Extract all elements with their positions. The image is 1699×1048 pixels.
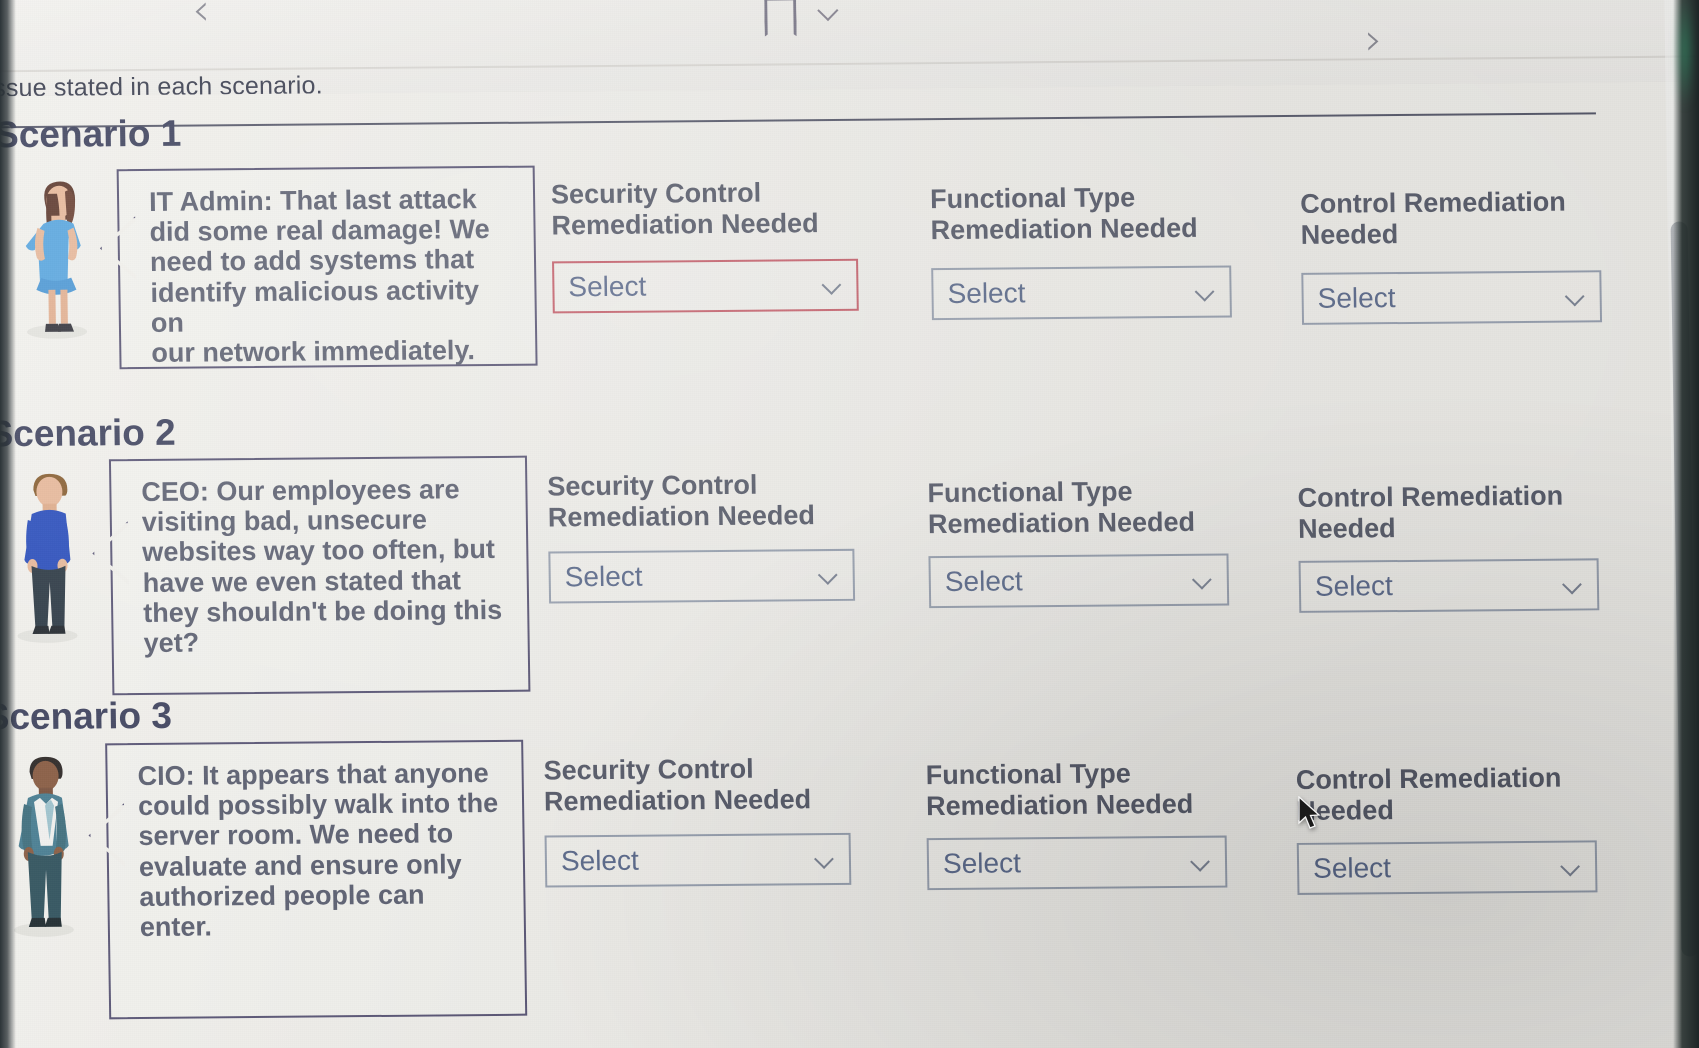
scenario-3-control-remediation-select[interactable]: Select bbox=[1296, 840, 1598, 895]
avatar-figure-svg bbox=[17, 473, 78, 643]
select-value: Select bbox=[1314, 570, 1393, 602]
section-divider bbox=[0, 112, 1596, 129]
scenario-2-quote: CEO: Our employees are visiting bad, uns… bbox=[141, 474, 503, 659]
toolbar-divider bbox=[0, 55, 1699, 73]
select-value: Select bbox=[944, 565, 1023, 598]
select-value: Select bbox=[568, 270, 647, 303]
bookmark-icon[interactable] bbox=[764, 0, 797, 37]
scenario-2-field-3-label: Control Remediation Needed bbox=[1297, 480, 1564, 544]
select-value: Select bbox=[1317, 282, 1396, 314]
scenario-1-security-control-select[interactable]: Select bbox=[552, 258, 859, 314]
chevron-down-icon bbox=[822, 278, 842, 289]
scenario-3-field-3-label: Control Remediation Needed bbox=[1295, 762, 1562, 826]
scenario-2-functional-type-select[interactable]: Select bbox=[928, 553, 1230, 609]
chevron-down-icon bbox=[1195, 285, 1215, 296]
chevron-down-icon bbox=[1566, 289, 1586, 300]
scenario-1-field-1-label: Security Control Remediation Needed bbox=[550, 177, 819, 241]
speech-bubble-tail bbox=[99, 216, 134, 278]
scenario-3-functional-type-select[interactable]: Select bbox=[926, 835, 1228, 891]
scenario-3-speech-bubble: CIO: It appears that anyone could possib… bbox=[105, 739, 528, 1020]
back-button[interactable]: ‹ bbox=[192, 0, 210, 36]
scenario-2-field-2-label: Functional Type Remediation Needed bbox=[927, 476, 1196, 539]
scenario-3-security-control-select[interactable]: Select bbox=[544, 832, 852, 888]
scenario-2-field-1-label: Security Control Remediation Needed bbox=[547, 469, 816, 533]
mouse-cursor bbox=[1298, 796, 1321, 829]
chevron-down-icon bbox=[1563, 577, 1583, 588]
man-in-teal-suit-avatar bbox=[0, 747, 94, 938]
chevron-down-icon bbox=[1191, 855, 1211, 866]
select-value: Select bbox=[564, 560, 643, 593]
speech-bubble-tail bbox=[88, 803, 123, 865]
select-value: Select bbox=[942, 847, 1022, 880]
avatar-figure-svg bbox=[25, 181, 88, 339]
select-value: Select bbox=[1312, 852, 1392, 884]
scenario-2-title: Scenario 2 bbox=[0, 411, 176, 455]
screen-photograph: ‹ › issue stated in each scenario. Scena… bbox=[0, 0, 1699, 1048]
scenario-2-control-remediation-select[interactable]: Select bbox=[1298, 558, 1600, 613]
scenario-3-quote: CIO: It appears that anyone could possib… bbox=[137, 758, 499, 943]
scenario-1-functional-type-select[interactable]: Select bbox=[931, 265, 1232, 321]
chevron-down-icon bbox=[1561, 859, 1581, 870]
scenario-2-security-control-select[interactable]: Select bbox=[548, 548, 856, 604]
forward-button[interactable]: › bbox=[1364, 14, 1382, 65]
scenario-3-title: Scenario 3 bbox=[0, 694, 173, 738]
scenario-1-control-remediation-select[interactable]: Select bbox=[1301, 270, 1603, 325]
avatar-figure-svg bbox=[13, 756, 74, 937]
chevron-down-icon bbox=[815, 852, 835, 863]
scenario-3-field-1-label: Security Control Remediation Needed bbox=[543, 753, 812, 817]
speech-bubble-tail bbox=[92, 521, 127, 583]
scenario-1-quote: IT Admin: That last attack did some real… bbox=[148, 184, 490, 369]
chevron-down-icon bbox=[1193, 573, 1213, 584]
scenario-1-speech-bubble: IT Admin: That last attack did some real… bbox=[116, 165, 538, 370]
select-value: Select bbox=[560, 844, 639, 877]
chevron-down-icon[interactable] bbox=[820, 3, 842, 15]
scenario-2-speech-bubble: CEO: Our employees are visiting bad, uns… bbox=[108, 455, 531, 696]
scenario-list: Scenario 1 IT Admin: That last attack di… bbox=[0, 81, 1699, 1048]
scenario-1-field-2-label: Functional Type Remediation Needed bbox=[929, 182, 1198, 245]
select-value: Select bbox=[947, 277, 1026, 309]
man-in-blue-sweater-avatar bbox=[0, 463, 98, 644]
chevron-down-icon bbox=[819, 568, 839, 579]
scenario-1-title: Scenario 1 bbox=[0, 112, 182, 156]
scenario-3-field-2-label: Functional Type Remediation Needed bbox=[925, 758, 1194, 821]
application-screen: ‹ › issue stated in each scenario. Scena… bbox=[0, 0, 1699, 1048]
woman-in-blue-dress-avatar bbox=[7, 173, 105, 339]
scenario-1-field-3-label: Control Remediation Needed bbox=[1300, 186, 1566, 250]
